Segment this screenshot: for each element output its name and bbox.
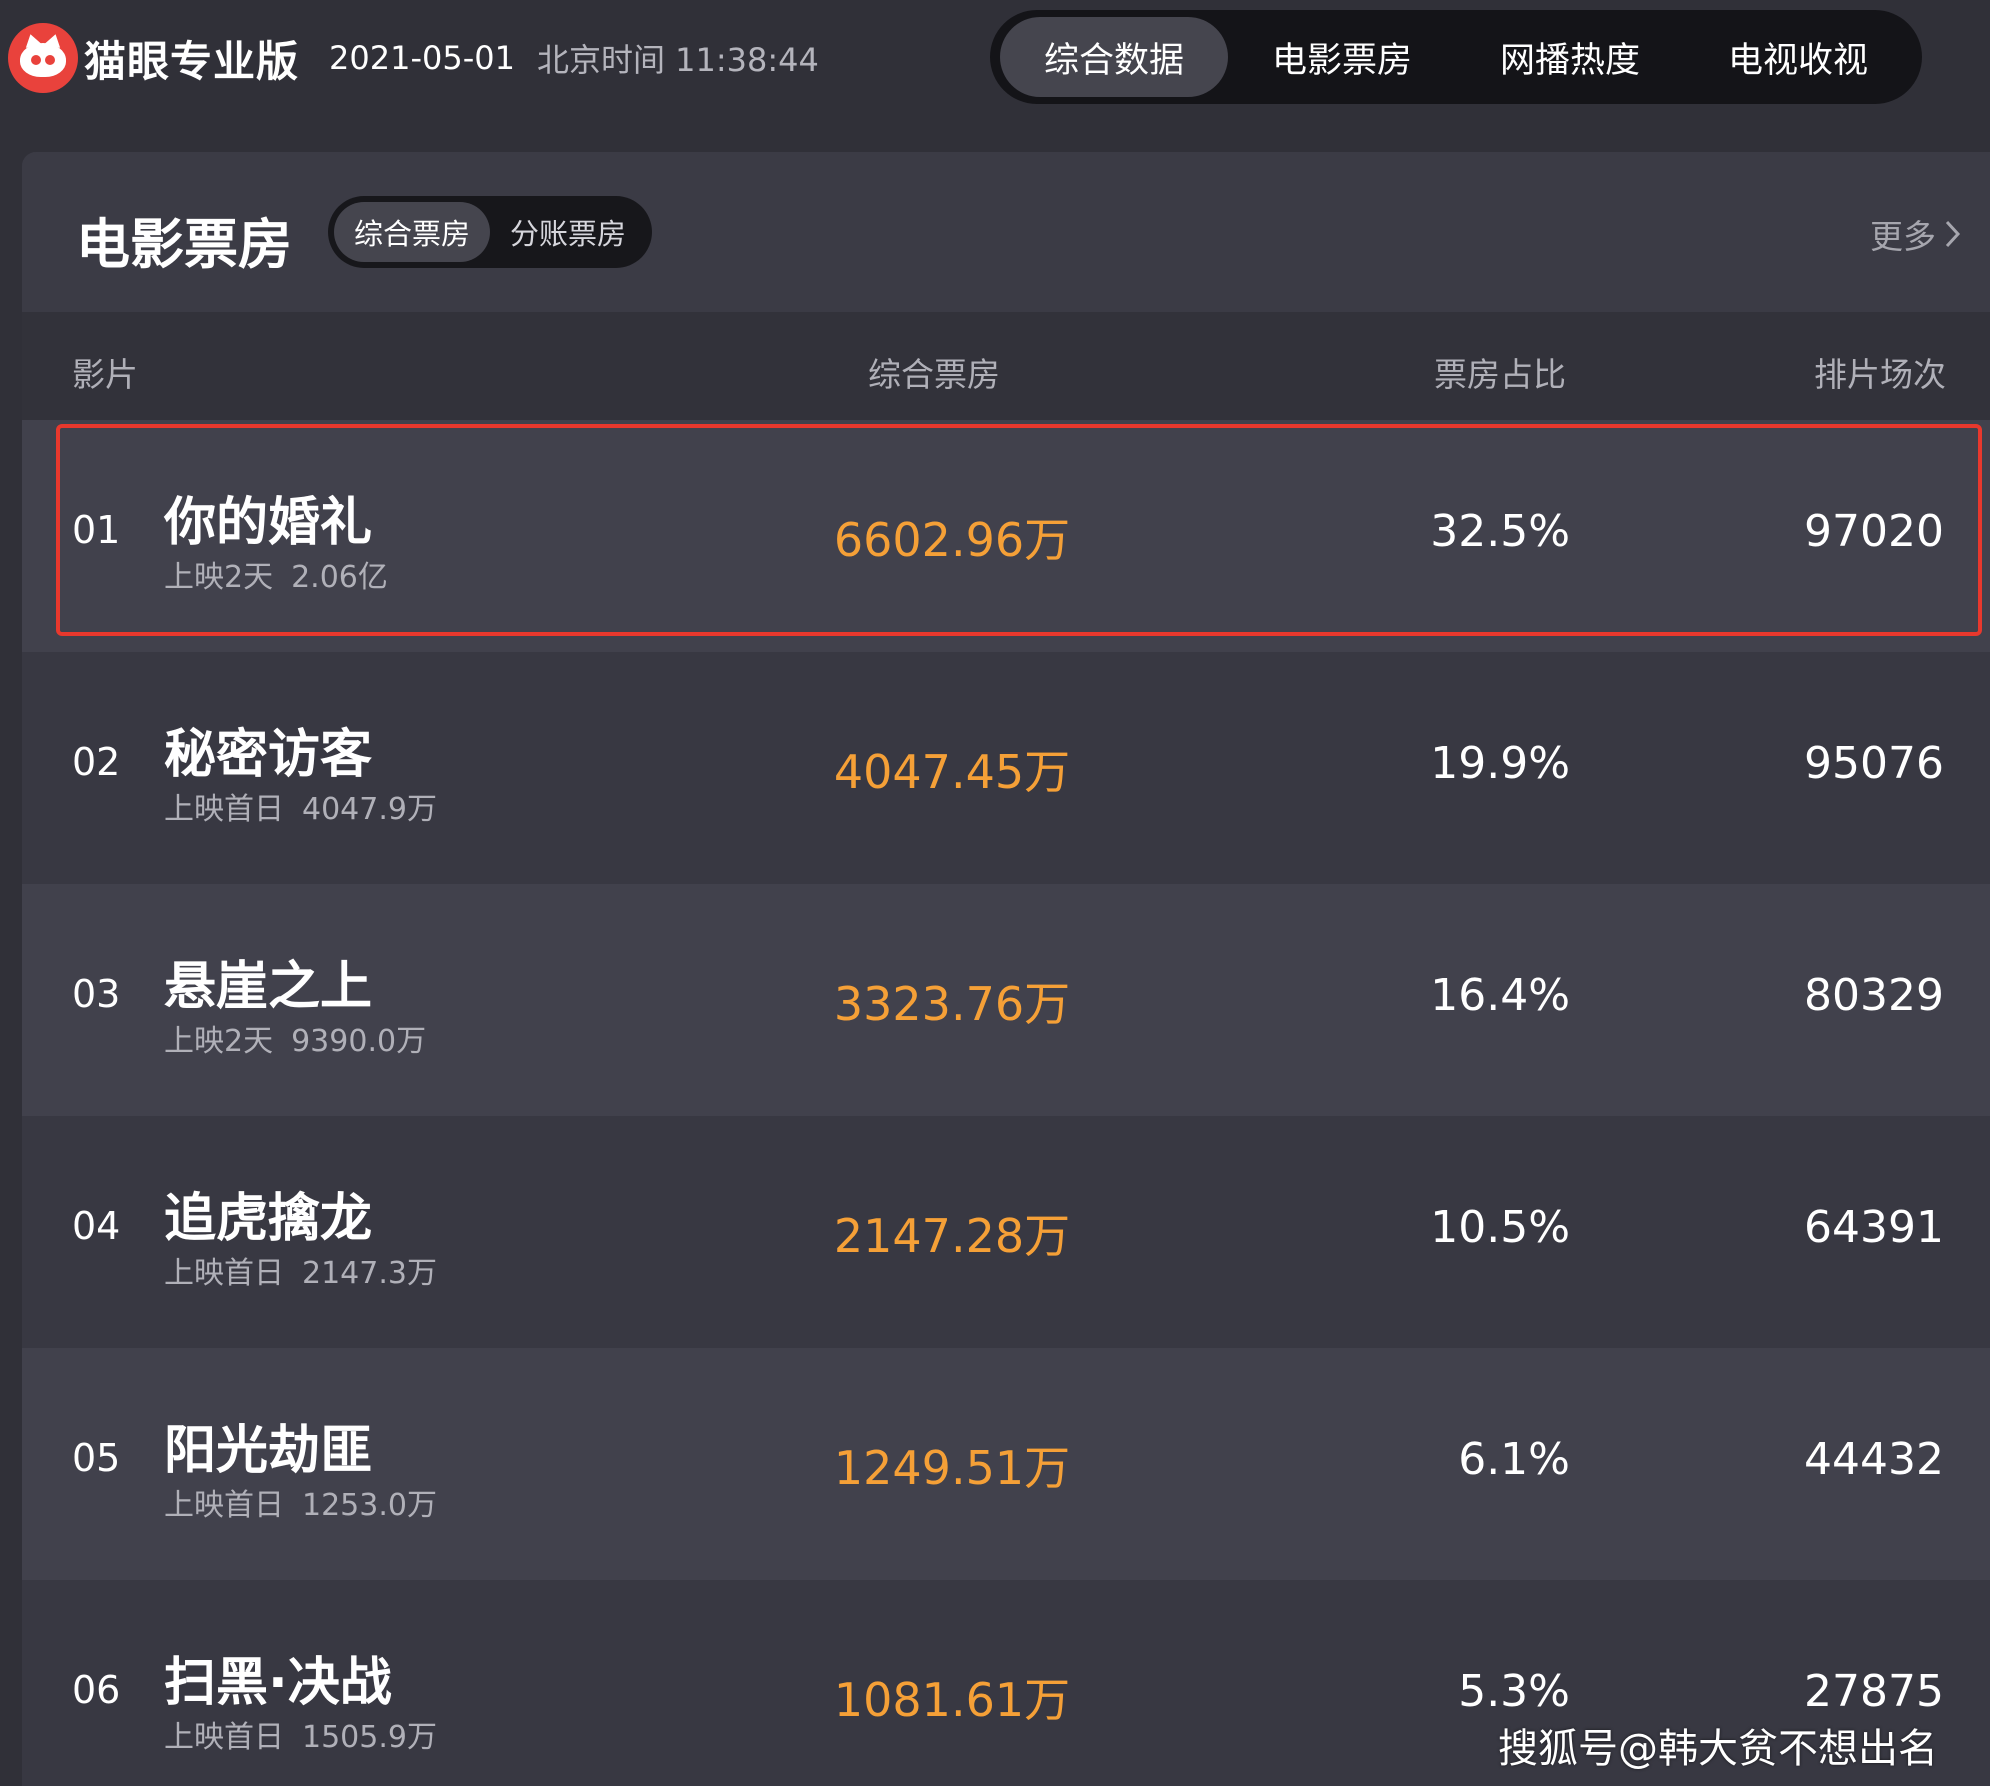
tab-overview[interactable]: 综合数据 [1000,17,1228,97]
date-display: 2021-05-01 [329,39,515,77]
rank: 01 [72,508,121,552]
panel-title: 电影票房 [76,213,292,276]
share-value: 16.4% [1430,970,1570,1021]
box-office-value: 3323.76万 [833,977,1071,1031]
more-label: 更多 [1870,217,1936,256]
box-office-value: 4047.45万 [833,745,1071,799]
cumulative-box-office: 9390.0万 [291,1024,427,1059]
release-days: 上映首日 [164,792,284,827]
table-row[interactable]: 04 追虎擒龙 上映首日 2147.3万 2147.28万 10.5% 64391 [22,1116,1990,1348]
table-row[interactable]: 05 阳光劫匪 上映首日 1253.0万 1249.51万 6.1% 44432 [22,1348,1990,1580]
panel-header: 电影票房 综合票房 分账票房 更多 [22,152,1990,312]
watermark: 搜狐号@韩大贫不想出名 [1498,1726,1938,1772]
release-days: 上映首日 [164,1720,284,1755]
rank: 03 [72,972,121,1016]
rank: 04 [72,1204,121,1248]
cumulative-box-office: 1505.9万 [302,1720,437,1755]
shows-value: 95076 [1804,738,1944,789]
box-office-type-toggle: 综合票房 分账票房 [328,196,652,268]
rank: 02 [72,740,121,784]
top-bar: 猫眼专业版 2021-05-01 北京时间 11:38:44 综合数据 电影票房… [0,0,1990,116]
brand[interactable]: 猫眼专业版 [8,23,299,93]
movie-name: 追虎擒龙 [164,1189,373,1249]
main-nav-tabs: 综合数据 电影票房 网播热度 电视收视 [990,10,1922,104]
segment-combined-box-office[interactable]: 综合票房 [334,202,491,262]
cumulative-box-office: 4047.9万 [302,792,437,827]
column-shows[interactable]: 排片场次 [1814,348,1946,396]
rank: 05 [72,1436,121,1480]
tab-movie-box-office[interactable]: 电影票房 [1228,17,1456,97]
cumulative-box-office: 2147.3万 [302,1256,437,1291]
movie-name: 秘密访客 [164,725,373,785]
movie-list: 01 你的婚礼 上映2天 2.06亿 6602.96万 32.5% 97020 0… [22,420,1990,1786]
box-office-panel: 电影票房 综合票房 分账票房 更多 影片 综合票房 票房占比 排片场次 01 你… [22,152,1990,1786]
tab-tv-ratings[interactable]: 电视收视 [1684,17,1912,97]
chevron-right-icon [1945,220,1961,248]
table-row[interactable]: 01 你的婚礼 上映2天 2.06亿 6602.96万 32.5% 97020 [22,420,1990,652]
release-days: 上映2天 [164,1024,274,1059]
tab-web-heat[interactable]: 网播热度 [1456,17,1684,97]
shows-value: 64391 [1804,1202,1944,1253]
release-days: 上映首日 [164,1256,284,1291]
cat-logo-icon [8,23,78,93]
release-days: 上映首日 [164,1488,284,1523]
beijing-time: 北京时间 11:38:44 [536,41,819,79]
movie-name: 扫黑·决战 [164,1653,392,1713]
cumulative-box-office: 2.06亿 [291,560,388,595]
release-days: 上映2天 [164,560,274,595]
box-office-value: 6602.96万 [833,513,1071,567]
movie-release-info: 上映首日 1505.9万 [164,1712,437,1756]
box-office-value: 1249.51万 [833,1441,1071,1495]
movie-release-info: 上映首日 1253.0万 [164,1480,437,1524]
column-share[interactable]: 票房占比 [1434,348,1566,396]
cumulative-box-office: 1253.0万 [302,1488,437,1523]
shows-value: 97020 [1804,506,1944,557]
more-link[interactable]: 更多 [1870,210,1964,258]
shows-value: 27875 [1804,1666,1944,1717]
rank: 06 [72,1668,121,1712]
table-row[interactable]: 03 悬崖之上 上映2天 9390.0万 3323.76万 16.4% 80329 [22,884,1990,1116]
share-value: 5.3% [1458,1666,1570,1717]
share-value: 32.5% [1430,506,1570,557]
share-value: 6.1% [1458,1434,1570,1485]
column-film: 影片 [72,355,138,394]
movie-name: 阳光劫匪 [164,1421,373,1481]
movie-name: 你的婚礼 [164,493,373,553]
column-box-office[interactable]: 综合票房 [868,348,1000,396]
box-office-value: 2147.28万 [833,1209,1071,1263]
share-value: 19.9% [1430,738,1570,789]
movie-release-info: 上映2天 2.06亿 [164,552,388,596]
table-header: 影片 综合票房 票房占比 排片场次 [22,312,1990,420]
table-row[interactable]: 02 秘密访客 上映首日 4047.9万 4047.45万 19.9% 95076 [22,652,1990,884]
movie-release-info: 上映2天 9390.0万 [164,1016,426,1060]
movie-name: 悬崖之上 [164,957,373,1017]
box-office-value: 1081.61万 [833,1673,1071,1727]
shows-value: 44432 [1804,1434,1944,1485]
share-value: 10.5% [1430,1202,1570,1253]
movie-release-info: 上映首日 2147.3万 [164,1248,437,1292]
brand-name: 猫眼专业版 [84,36,300,86]
shows-value: 80329 [1804,970,1944,1021]
segment-split-box-office[interactable]: 分账票房 [490,202,646,262]
movie-release-info: 上映首日 4047.9万 [164,784,437,828]
